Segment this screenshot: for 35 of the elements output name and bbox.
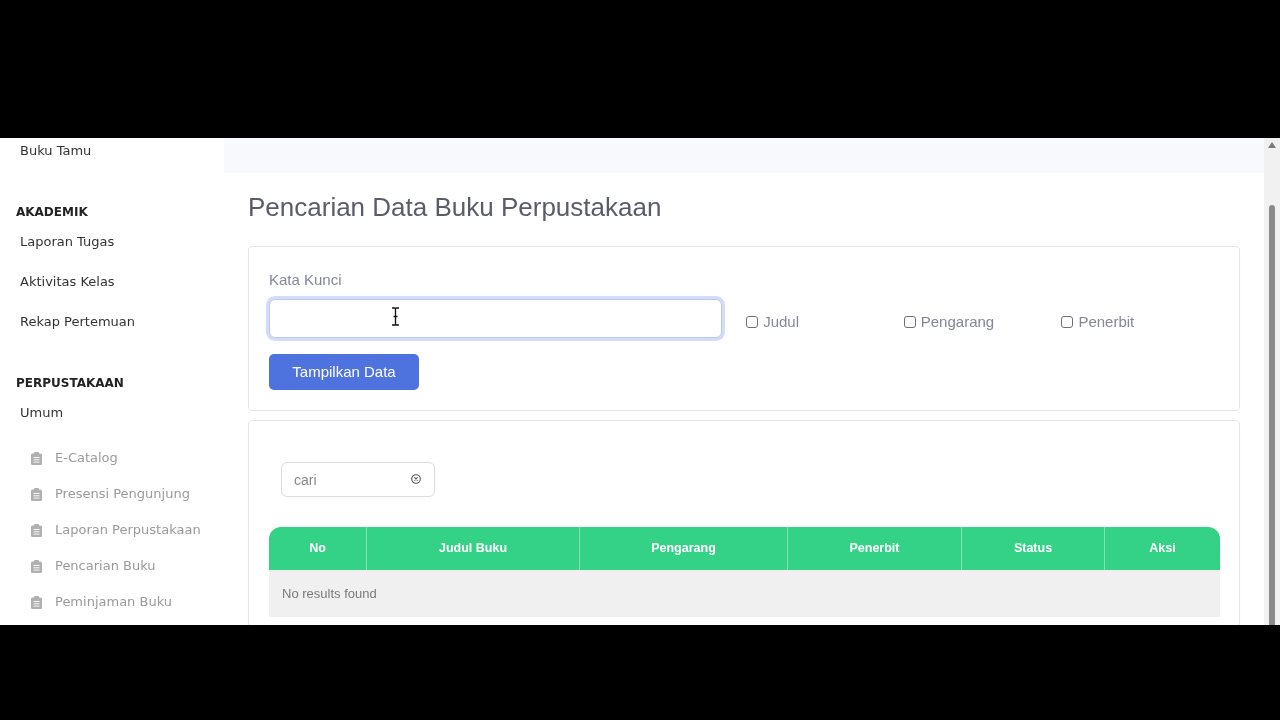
page-title: Pencarian Data Buku Perpustakaan [248, 191, 662, 223]
sidebar-heading: AKADEMIK [16, 204, 88, 221]
sidebar-link[interactable]: Rekap Pertemuan [20, 312, 136, 332]
no-results-message: No results found [269, 570, 1220, 617]
clipboard-icon [31, 523, 42, 537]
sidebar-link[interactable]: E-Catalog [55, 448, 118, 468]
sidebar-link[interactable]: Laporan Perpustakaan [55, 520, 201, 540]
clipboard-icon [31, 595, 42, 609]
clear-icon[interactable] [411, 474, 421, 484]
checkbox[interactable] [903, 316, 916, 328]
sidebar-heading: PERPUSTAKAAN [16, 375, 124, 392]
sidebar-link[interactable]: Peminjaman Buku [55, 592, 172, 612]
scrollbar-thumb[interactable] [1269, 205, 1275, 625]
keyword-input[interactable] [269, 299, 723, 338]
clipboard-icon [31, 487, 42, 501]
scroll-up-arrow-icon[interactable] [1268, 142, 1276, 148]
column-header: No [308, 540, 327, 558]
show-data-button[interactable]: Tampilkan Data [269, 354, 419, 390]
scrollbar[interactable] [1264, 138, 1280, 625]
clipboard-icon [31, 451, 42, 465]
clipboard-icon [31, 559, 42, 573]
checkbox-label[interactable]: Pengarang [920, 310, 995, 334]
sidebar-link[interactable]: Presensi Pengunjung [55, 484, 190, 504]
checkbox[interactable] [1061, 316, 1074, 328]
search-field[interactable]: cari [281, 462, 435, 497]
field-label: Kata Kunci [269, 271, 342, 289]
text-cursor-icon [391, 307, 400, 326]
sidebar-link[interactable]: Pencarian Buku [55, 556, 156, 576]
checkbox-label[interactable]: Judul [763, 310, 799, 334]
sidebar-link[interactable]: Aktivitas Kelas [20, 272, 115, 292]
sidebar-link[interactable]: Laporan Tugas [20, 232, 115, 252]
checkbox[interactable] [746, 316, 759, 328]
sidebar-link[interactable]: Buku Tamu [20, 141, 92, 161]
checkbox-label[interactable]: Penerbit [1078, 310, 1135, 334]
sidebar-link[interactable]: Umum [20, 403, 64, 423]
